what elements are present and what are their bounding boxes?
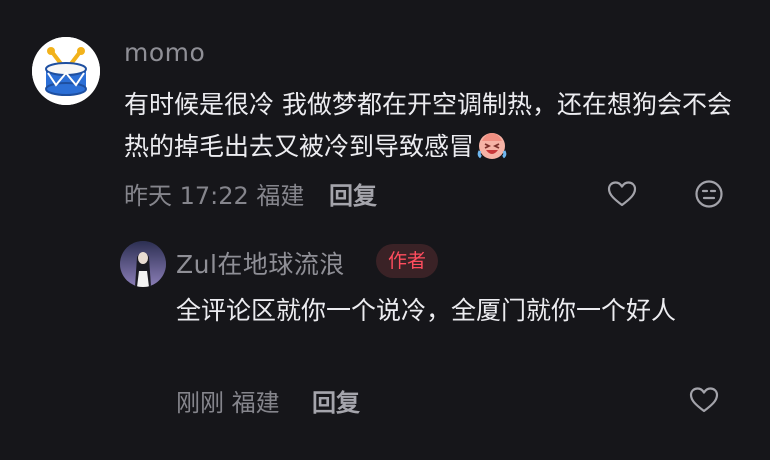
heart-icon [689,387,719,413]
avatar-image-icon [120,241,166,287]
like-button[interactable] [688,384,720,416]
heart-icon [607,181,637,207]
drum-icon [32,37,100,105]
avatar[interactable] [120,241,166,287]
like-button[interactable] [606,178,638,210]
avatar[interactable] [32,37,100,105]
comment-username[interactable]: momo [124,38,205,67]
reply-text: 全评论区就你一个说冷，全厦门就你一个好人 [176,296,677,325]
comment-text-content: 有时候是很冷 我做梦都在开空调制热，还在想狗会不会热的掉毛出去又被冷到导致感冒 [124,90,732,161]
author-badge: 作者 [376,244,439,278]
smiley-icon [695,180,723,208]
reply-button[interactable]: 回复 [329,176,377,211]
reply-meta: 刚刚 福建 [176,389,280,417]
crying-laughing-emoji-icon [477,133,507,159]
reply-button[interactable]: 回复 [312,383,360,418]
dislike-button[interactable] [693,178,725,210]
reply-username[interactable]: Zul在地球流浪 [176,245,345,281]
comment-text: 有时候是很冷 我做梦都在开空调制热，还在想狗会不会热的掉毛出去又被冷到导致感冒 [124,84,744,168]
comment-meta: 昨天 17:22 福建 [124,182,305,210]
